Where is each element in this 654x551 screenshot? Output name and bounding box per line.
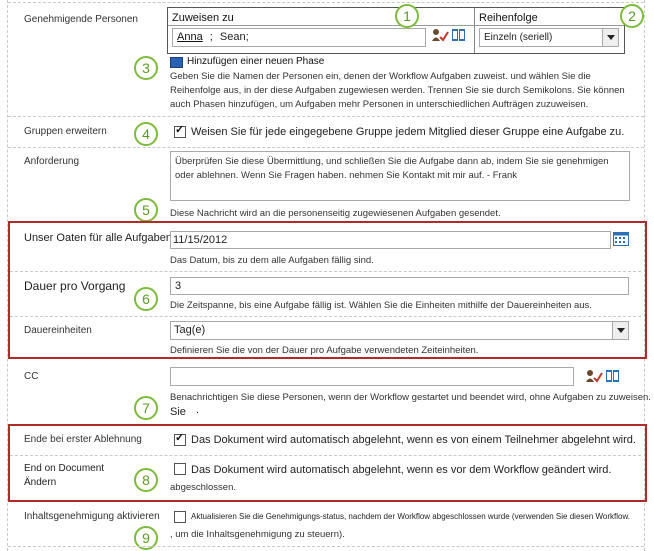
calendar-icon[interactable]: [613, 232, 629, 246]
separator: [8, 147, 644, 148]
request-textarea[interactable]: Überprüfen Sie diese Übermittlung, und s…: [170, 151, 630, 201]
order-select[interactable]: Einzeln (seriell): [479, 28, 619, 47]
callout-4: 4: [134, 122, 158, 146]
duration-units-label: Dauereinheiten: [24, 325, 92, 336]
due-date-description: Das Datum, bis zu dem alle Aufgaben fäll…: [170, 255, 374, 266]
address-book-icon[interactable]: [451, 28, 467, 42]
request-description: Diese Nachricht wird an die personenseit…: [170, 208, 501, 219]
end-doc-change-text-2: abgeschlossen.: [170, 482, 237, 493]
expand-groups-label: Gruppen erweitern: [24, 126, 107, 137]
duration-units-select[interactable]: Tag(e): [170, 321, 629, 340]
duration-label: Dauer pro Vorgang: [24, 279, 126, 293]
separator: [8, 116, 644, 117]
cc-label: CC: [24, 371, 39, 382]
separator: [10, 271, 641, 272]
check-names-icon[interactable]: [431, 27, 449, 43]
end-first-reject-label: Ende bei erster Ablehnung: [24, 434, 142, 445]
add-stage-icon[interactable]: [170, 57, 183, 68]
end-doc-change-label: End on Document Ändern: [24, 463, 105, 488]
approvers-label: Genehmigende Personen: [24, 14, 138, 25]
assignees-input[interactable]: Anna ; Sean;: [172, 28, 426, 47]
callout-3: 3: [134, 56, 158, 80]
cc-description-tail: Sie: [170, 406, 186, 418]
content-approval-checkbox[interactable]: [174, 511, 186, 523]
content-approval-text: Aktualisieren Sie die Genehmigungs-statu…: [191, 512, 631, 521]
due-date-input[interactable]: 11/15/2012: [170, 231, 611, 249]
end-first-reject-checkbox[interactable]: [174, 431, 186, 446]
address-book-icon[interactable]: [605, 369, 621, 383]
approvers-description: Geben Sie die Namen der Personen ein, de…: [170, 71, 625, 110]
chevron-down-icon[interactable]: [612, 322, 628, 339]
order-value: Einzeln (seriell): [484, 32, 553, 43]
due-date-label: Unser Oaten für alle Aufgaben: [24, 232, 172, 244]
assignee-separator: ;: [209, 31, 213, 43]
callout-7: 7: [134, 396, 158, 420]
callout-1: 1: [395, 4, 419, 28]
top-border: [8, 2, 644, 3]
order-header: Reihenfolge: [479, 12, 538, 24]
separator: [10, 455, 641, 456]
separator: [10, 316, 641, 317]
chevron-down-icon[interactable]: [602, 29, 618, 46]
assignee-anna[interactable]: Anna: [177, 31, 203, 43]
request-text: Überprüfen Sie diese Übermittlung, und s…: [175, 156, 609, 181]
expand-groups-text: Weisen Sie für jede eingegebene Gruppe j…: [191, 126, 625, 138]
content-approval-label: Inhaltsgenehmigung aktivieren: [24, 511, 160, 522]
end-first-reject-text: Das Dokument wird automatisch abgelehnt,…: [191, 434, 636, 446]
duration-description: Die Zeitspanne, bis eine Aufgabe fällig …: [170, 300, 592, 311]
duration-units-description: Definieren Sie die von der Dauer pro Auf…: [170, 345, 479, 356]
bottom-border: [8, 546, 644, 547]
callout-2: 2: [620, 4, 644, 28]
due-date-value: 11/15/2012: [173, 234, 228, 246]
end-doc-change-checkbox[interactable]: [174, 463, 186, 475]
end-doc-change-text: Das Dokument wird automatisch abgelehnt,…: [191, 464, 612, 476]
check-names-icon[interactable]: [585, 368, 603, 384]
expand-groups-checkbox[interactable]: [174, 123, 186, 138]
header-rule: [168, 25, 624, 26]
cc-description: Benachrichtigen Sie diese Personen, wenn…: [170, 392, 651, 403]
cc-description-dot: .: [196, 404, 200, 416]
assign-header: Zuweisen zu: [172, 12, 234, 24]
assignee-sean: Sean;: [219, 31, 249, 43]
table-divider: [474, 8, 475, 53]
callout-6: 6: [134, 287, 158, 311]
content-approval-text-2: , um die Inhaltsgenehmigung zu steuern).: [170, 529, 345, 540]
callout-5: 5: [134, 198, 158, 222]
add-stage-link[interactable]: Hinzufügen einer neuen Phase: [187, 56, 324, 67]
duration-units-value: Tag(e): [174, 324, 206, 336]
duration-input[interactable]: 3: [170, 277, 629, 295]
request-label: Anforderung: [24, 156, 80, 167]
duration-value: 3: [175, 280, 182, 292]
cc-input[interactable]: [170, 367, 574, 386]
callout-8: 8: [134, 468, 158, 492]
